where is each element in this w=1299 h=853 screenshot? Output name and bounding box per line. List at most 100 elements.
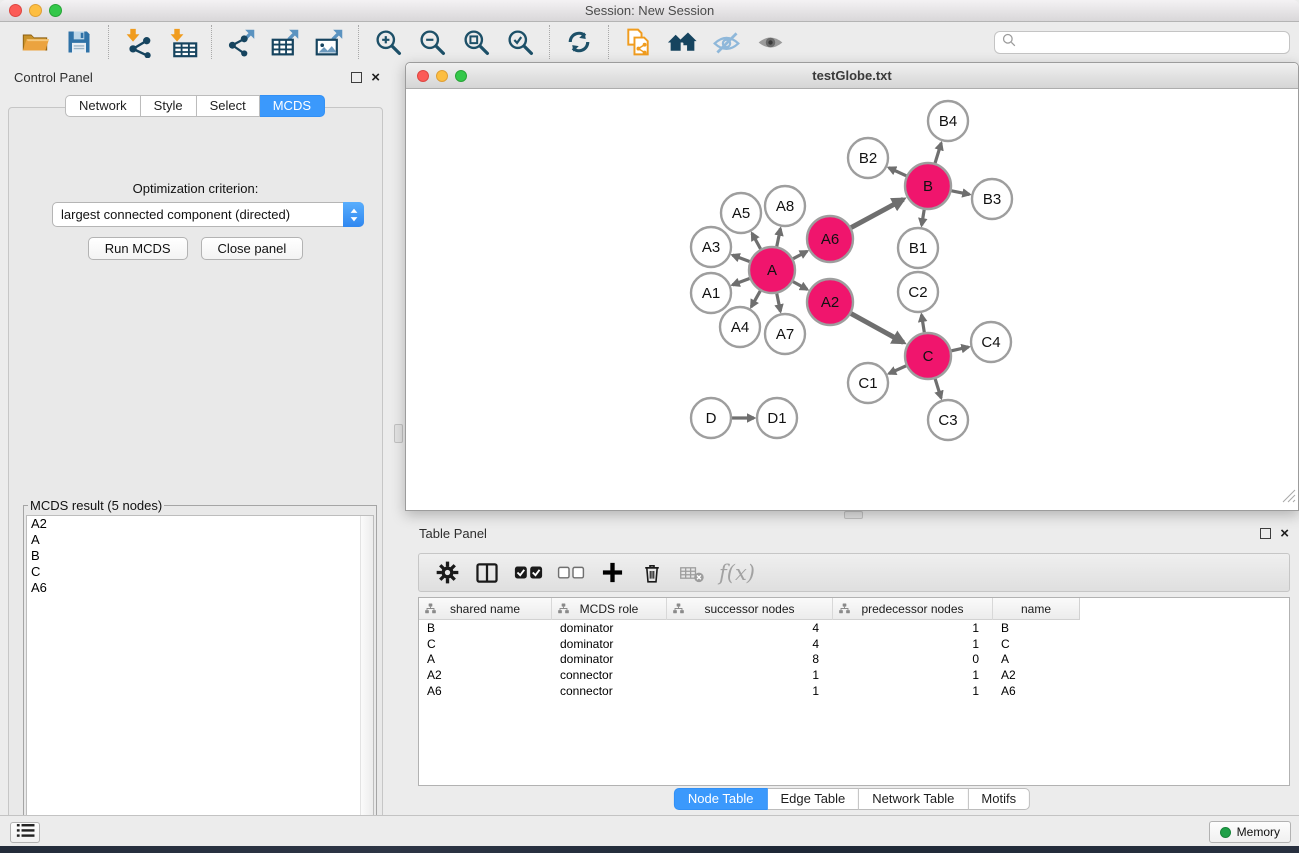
- table-row[interactable]: Cdominator41C: [419, 636, 1289, 652]
- edge-A6-B[interactable]: [851, 199, 903, 227]
- list-item[interactable]: A6: [27, 580, 373, 596]
- cell-mcds-role[interactable]: connector: [552, 684, 667, 698]
- edge-B-B1[interactable]: [922, 210, 925, 226]
- cell-predecessor-nodes[interactable]: 1: [833, 637, 993, 651]
- edge-A-A2[interactable]: [793, 282, 807, 290]
- list-item[interactable]: C: [27, 564, 373, 580]
- vertical-splitter-handle[interactable]: [394, 424, 403, 443]
- edge-A-A6[interactable]: [793, 251, 807, 258]
- export-network-icon[interactable]: [225, 26, 257, 58]
- tab-node-table[interactable]: Node Table: [674, 788, 768, 810]
- cell-predecessor-nodes[interactable]: 1: [833, 668, 993, 682]
- export-table-icon[interactable]: [269, 26, 301, 58]
- edge-C-C3[interactable]: [935, 379, 941, 398]
- mcds-result-list[interactable]: A2ABCA6: [26, 515, 374, 840]
- list-item[interactable]: A: [27, 532, 373, 548]
- open-session-icon[interactable]: [19, 26, 51, 58]
- tab-network-table[interactable]: Network Table: [859, 788, 968, 810]
- cell-mcds-role[interactable]: dominator: [552, 652, 667, 666]
- node-B2[interactable]: B2: [848, 138, 888, 178]
- resize-grip-icon[interactable]: [1281, 488, 1296, 508]
- deselect-all-icon[interactable]: [557, 558, 585, 588]
- node-A3[interactable]: A3: [691, 227, 731, 267]
- close-table-panel-icon[interactable]: ×: [1280, 528, 1289, 539]
- node-A[interactable]: A: [749, 247, 795, 293]
- edge-A-A8[interactable]: [777, 229, 781, 247]
- column-header-predecessor-nodes[interactable]: predecessor nodes: [833, 598, 993, 620]
- edge-A-A7[interactable]: [777, 294, 781, 312]
- node-C4[interactable]: C4: [971, 322, 1011, 362]
- edge-A-A1[interactable]: [733, 278, 750, 284]
- cell-name[interactable]: A: [993, 652, 1079, 666]
- cell-mcds-role[interactable]: dominator: [552, 621, 667, 635]
- tab-select[interactable]: Select: [197, 95, 260, 117]
- delete-column-icon[interactable]: [639, 558, 665, 588]
- float-table-panel-icon[interactable]: [1260, 528, 1271, 539]
- edge-B-B3[interactable]: [952, 191, 970, 195]
- import-table-icon[interactable]: [166, 26, 198, 58]
- add-column-icon[interactable]: [599, 558, 625, 588]
- node-A1[interactable]: A1: [691, 273, 731, 313]
- node-D1[interactable]: D1: [757, 398, 797, 438]
- node-B[interactable]: B: [905, 163, 951, 209]
- node-A2[interactable]: A2: [807, 279, 853, 325]
- delete-table-icon[interactable]: [679, 558, 705, 588]
- node-C[interactable]: C: [905, 333, 951, 379]
- cell-mcds-role[interactable]: dominator: [552, 637, 667, 651]
- node-A7[interactable]: A7: [765, 314, 805, 354]
- tab-style[interactable]: Style: [141, 95, 197, 117]
- task-history-button[interactable]: [10, 822, 40, 843]
- node-A5[interactable]: A5: [721, 193, 761, 233]
- column-header-name[interactable]: name: [993, 598, 1079, 620]
- cell-predecessor-nodes[interactable]: 1: [833, 684, 993, 698]
- cell-successor-nodes[interactable]: 4: [667, 621, 833, 635]
- refresh-icon[interactable]: [563, 26, 595, 58]
- node-D[interactable]: D: [691, 398, 731, 438]
- first-neighbors-icon[interactable]: [666, 26, 698, 58]
- table-row[interactable]: Adominator80A: [419, 652, 1289, 668]
- split-view-icon[interactable]: [474, 558, 500, 588]
- node-C1[interactable]: C1: [848, 363, 888, 403]
- edge-A-A3[interactable]: [733, 255, 750, 261]
- float-panel-icon[interactable]: [351, 72, 362, 83]
- edge-C-C2[interactable]: [922, 315, 925, 333]
- cell-name[interactable]: C: [993, 637, 1079, 651]
- network-canvas[interactable]: B4B2BB3A5A8A6A3B1AA1C2A2A4A7C4CC1DD1C3: [406, 90, 1298, 510]
- node-C2[interactable]: C2: [898, 272, 938, 312]
- search-input[interactable]: [1020, 34, 1289, 50]
- node-A6[interactable]: A6: [807, 216, 853, 262]
- cell-mcds-role[interactable]: connector: [552, 668, 667, 682]
- run-mcds-button[interactable]: Run MCDS: [88, 237, 188, 260]
- cell-successor-nodes[interactable]: 1: [667, 684, 833, 698]
- new-network-from-selection-icon[interactable]: [622, 26, 654, 58]
- table-row[interactable]: Bdominator41B: [419, 620, 1289, 636]
- cell-shared-name[interactable]: A6: [419, 684, 552, 698]
- criterion-dropdown[interactable]: largest connected component (directed): [52, 202, 364, 227]
- edge-A-A5[interactable]: [752, 233, 761, 249]
- node-A8[interactable]: A8: [765, 186, 805, 226]
- show-all-icon[interactable]: [754, 26, 786, 58]
- cell-shared-name[interactable]: A2: [419, 668, 552, 682]
- search-field[interactable]: [994, 31, 1290, 54]
- zoom-fit-icon[interactable]: [460, 26, 492, 58]
- export-image-icon[interactable]: [313, 26, 345, 58]
- node-C3[interactable]: C3: [928, 400, 968, 440]
- column-header-mcds-role[interactable]: MCDS role: [552, 598, 667, 620]
- edge-C-C4[interactable]: [951, 347, 968, 351]
- tab-motifs[interactable]: Motifs: [968, 788, 1030, 810]
- save-session-icon[interactable]: [63, 26, 95, 58]
- zoom-out-icon[interactable]: [416, 26, 448, 58]
- list-item[interactable]: B: [27, 548, 373, 564]
- cell-successor-nodes[interactable]: 4: [667, 637, 833, 651]
- node-B3[interactable]: B3: [972, 179, 1012, 219]
- close-panel-button[interactable]: Close panel: [201, 237, 304, 260]
- cell-predecessor-nodes[interactable]: 1: [833, 621, 993, 635]
- cell-name[interactable]: B: [993, 621, 1079, 635]
- edge-C-C1[interactable]: [889, 366, 906, 374]
- edge-A2-C[interactable]: [851, 314, 903, 343]
- column-header-successor-nodes[interactable]: successor nodes: [667, 598, 833, 620]
- cell-successor-nodes[interactable]: 8: [667, 652, 833, 666]
- settings-icon[interactable]: [434, 558, 460, 588]
- select-all-icon[interactable]: [514, 558, 543, 588]
- edge-B-B4[interactable]: [935, 143, 941, 163]
